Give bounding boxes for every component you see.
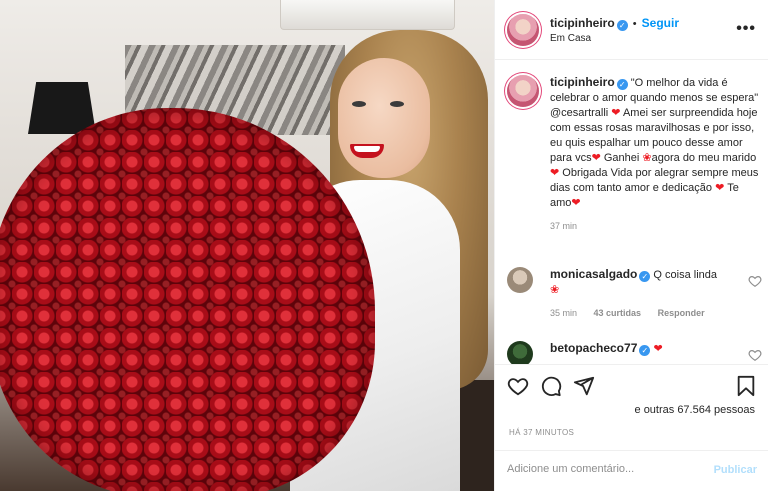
photo-air-conditioner bbox=[280, 0, 455, 30]
caption-text: ticipinheiro ✓ "O melhor da vida é celebr… bbox=[550, 75, 762, 211]
comment-avatar[interactable] bbox=[507, 267, 533, 293]
post-side-panel: ticipinheiro ✓ • Seguir Em Casa ••• ticip… bbox=[494, 0, 768, 491]
verified-icon: ✓ bbox=[616, 79, 628, 90]
likes-count[interactable]: e outras 67.564 pessoas bbox=[495, 404, 768, 424]
red-heart-icon: ❤ bbox=[653, 343, 663, 355]
verified-icon: ✓ bbox=[616, 20, 628, 31]
red-heart-icon: ❤ bbox=[550, 167, 560, 179]
rose-icon: ❀ bbox=[550, 284, 560, 296]
comment-item: monicasalgado ✓ Q coisa linda ❀ 35 min 43… bbox=[507, 267, 762, 318]
red-heart-icon: ❤ bbox=[591, 152, 601, 164]
bookmark-icon[interactable] bbox=[735, 375, 757, 397]
comment-text: monicasalgado ✓ Q coisa linda ❀ bbox=[550, 267, 736, 298]
photo-eye-right bbox=[390, 101, 404, 107]
comments-list[interactable]: ticipinheiro ✓ "O melhor da vida é celebr… bbox=[495, 61, 768, 364]
comment-like-icon[interactable] bbox=[748, 348, 762, 362]
photo-eye-left bbox=[352, 101, 366, 107]
comment-icon[interactable] bbox=[540, 375, 562, 397]
photo-lamp bbox=[28, 82, 96, 134]
verified-icon: ✓ bbox=[639, 345, 651, 356]
avatar[interactable] bbox=[507, 14, 539, 46]
comment-username[interactable]: monicasalgado bbox=[550, 267, 637, 281]
post-time: HÁ 37 MINUTOS bbox=[509, 428, 575, 437]
red-heart-icon: ❤ bbox=[571, 197, 581, 209]
follow-button[interactable]: Seguir bbox=[642, 16, 679, 30]
comment-like-icon[interactable] bbox=[748, 274, 762, 288]
caption-time: 37 min bbox=[550, 221, 578, 231]
post-header: ticipinheiro ✓ • Seguir Em Casa ••• bbox=[495, 0, 768, 60]
comment-username[interactable]: betopacheco77 bbox=[550, 341, 637, 355]
comment-input[interactable] bbox=[507, 463, 697, 475]
caption-username[interactable]: ticipinheiro bbox=[550, 75, 615, 89]
share-icon[interactable] bbox=[573, 375, 595, 397]
comment-body: Q coisa linda bbox=[653, 269, 718, 281]
comment-text: betopacheco77 ✓ ❤ bbox=[550, 341, 736, 357]
location-link[interactable]: Em Casa bbox=[550, 33, 591, 44]
header-user: ticipinheiro ✓ • Seguir bbox=[550, 16, 679, 31]
comment-time: 35 min bbox=[550, 308, 578, 318]
publish-button[interactable]: Publicar bbox=[714, 464, 757, 476]
caption-text-3: Ganhei bbox=[603, 152, 640, 164]
red-heart-icon: ❤ bbox=[611, 107, 621, 119]
heart-icon[interactable] bbox=[507, 375, 529, 397]
verified-icon: ✓ bbox=[639, 271, 651, 282]
caption-avatar[interactable] bbox=[507, 75, 539, 107]
separator-dot: • bbox=[632, 18, 637, 30]
add-comment-bar: Publicar bbox=[495, 450, 768, 491]
post-photo[interactable] bbox=[0, 0, 494, 491]
reply-button[interactable]: Responder bbox=[658, 308, 705, 318]
caption-text-4: agora do meu marido bbox=[651, 152, 757, 164]
comment-item: betopacheco77 ✓ ❤ bbox=[507, 341, 762, 364]
rose-icon: ❀ bbox=[642, 152, 652, 164]
comment-likes[interactable]: 43 curtidas bbox=[594, 308, 642, 318]
comment-avatar[interactable] bbox=[507, 341, 533, 364]
comment-meta: 35 min 43 curtidas Responder bbox=[550, 308, 762, 318]
photo-face bbox=[338, 58, 430, 178]
photo-teeth bbox=[354, 146, 380, 152]
red-heart-icon: ❤ bbox=[715, 182, 725, 194]
header-username[interactable]: ticipinheiro bbox=[550, 16, 615, 30]
post-actions bbox=[495, 364, 768, 404]
caption: ticipinheiro ✓ "O melhor da vida é celebr… bbox=[507, 75, 762, 231]
more-icon[interactable]: ••• bbox=[736, 20, 756, 38]
